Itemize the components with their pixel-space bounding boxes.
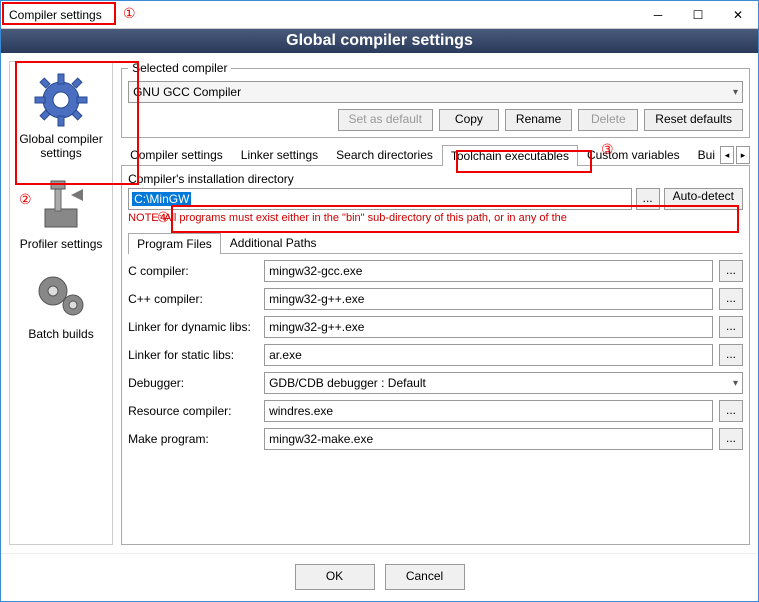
compiler-select[interactable]: GNU GCC Compiler ▾ (128, 81, 743, 103)
program-value: GDB/CDB debugger : Default (269, 376, 426, 390)
sub-tabs: Program Files Additional Paths (128, 232, 743, 254)
install-dir-note: NOTE: All programs must exist either in … (128, 212, 743, 224)
window-title: Compiler settings (9, 8, 638, 22)
browse-button[interactable]: ... (719, 344, 743, 366)
tab-build-partial[interactable]: Bui (689, 144, 718, 165)
rename-button[interactable]: Rename (505, 109, 572, 131)
close-button[interactable]: ✕ (718, 1, 758, 29)
selected-compiler-legend: Selected compiler (128, 61, 231, 75)
selected-compiler-group: Selected compiler GNU GCC Compiler ▾ Set… (121, 61, 750, 138)
program-label: Resource compiler: (128, 404, 258, 418)
install-dir-group: Compiler's installation directory C:\Min… (128, 172, 743, 228)
program-value: mingw32-g++.exe (269, 292, 364, 306)
compiler-select-value: GNU GCC Compiler (133, 85, 241, 99)
program-label: C compiler: (128, 264, 258, 278)
install-dir-legend: Compiler's installation directory (128, 172, 743, 186)
program-row: C compiler: mingw32-gcc.exe... (128, 260, 743, 282)
minimize-button[interactable]: ─ (638, 1, 678, 29)
program-row: Debugger: GDB/CDB debugger : Default ▾ (128, 372, 743, 394)
tab-linker-settings[interactable]: Linker settings (232, 144, 327, 165)
sidebar-item-label: Batch builds (14, 327, 108, 341)
tab-content: Compiler's installation directory C:\Min… (121, 166, 750, 545)
program-value: mingw32-gcc.exe (269, 264, 362, 278)
cancel-button[interactable]: Cancel (385, 564, 465, 590)
program-value: mingw32-g++.exe (269, 320, 364, 334)
program-value: windres.exe (269, 404, 333, 418)
program-combo[interactable]: GDB/CDB debugger : Default ▾ (264, 372, 743, 394)
install-dir-value: C:\MinGW (132, 192, 191, 206)
program-input[interactable]: mingw32-make.exe (264, 428, 713, 450)
banner-title: Global compiler settings (1, 29, 758, 53)
program-row: Resource compiler: windres.exe... (128, 400, 743, 422)
browse-button[interactable]: ... (719, 316, 743, 338)
sidebar: Global compiler settings Profiler settin… (9, 61, 113, 545)
sidebar-item-label: Global compiler settings (14, 132, 108, 161)
browse-button[interactable]: ... (719, 288, 743, 310)
sidebar-item-profiler[interactable]: Profiler settings (12, 171, 110, 255)
program-value: mingw32-make.exe (269, 432, 373, 446)
tab-scroll-right[interactable]: ▸ (736, 146, 750, 164)
delete-button[interactable]: Delete (578, 109, 638, 131)
program-input[interactable]: mingw32-g++.exe (264, 316, 713, 338)
program-input[interactable]: ar.exe (264, 344, 713, 366)
gear-icon (31, 70, 91, 130)
auto-detect-button[interactable]: Auto-detect (664, 188, 743, 210)
program-row: C++ compiler: mingw32-g++.exe... (128, 288, 743, 310)
sidebar-item-global-compiler[interactable]: Global compiler settings (12, 66, 110, 165)
gears-icon (31, 265, 91, 325)
maximize-button[interactable]: ☐ (678, 1, 718, 29)
reset-defaults-button[interactable]: Reset defaults (644, 109, 743, 131)
chevron-down-icon: ▾ (733, 378, 738, 389)
tab-compiler-settings[interactable]: Compiler settings (121, 144, 232, 165)
browse-button[interactable]: ... (719, 428, 743, 450)
program-label: Make program: (128, 432, 258, 446)
profiler-icon (31, 175, 91, 235)
program-input[interactable]: mingw32-g++.exe (264, 288, 713, 310)
program-row: Linker for static libs: ar.exe... (128, 344, 743, 366)
tab-scroll-left[interactable]: ◂ (720, 146, 734, 164)
program-label: C++ compiler: (128, 292, 258, 306)
copy-button[interactable]: Copy (439, 109, 499, 131)
program-label: Linker for static libs: (128, 348, 258, 362)
subtab-program-files[interactable]: Program Files (128, 233, 221, 254)
program-row: Linker for dynamic libs: mingw32-g++.exe.… (128, 316, 743, 338)
tab-custom-variables[interactable]: Custom variables (578, 144, 689, 165)
program-files-form: C compiler:mingw32-gcc.exe...C++ compile… (128, 260, 743, 450)
set-default-button[interactable]: Set as default (338, 109, 433, 131)
sidebar-item-batch[interactable]: Batch builds (12, 261, 110, 345)
tab-search-directories[interactable]: Search directories (327, 144, 442, 165)
chevron-down-icon: ▾ (733, 87, 738, 98)
browse-button[interactable]: ... (719, 400, 743, 422)
tab-toolchain-executables[interactable]: Toolchain executables (442, 145, 578, 166)
ok-button[interactable]: OK (295, 564, 375, 590)
program-label: Linker for dynamic libs: (128, 320, 258, 334)
subtab-additional-paths[interactable]: Additional Paths (221, 232, 326, 253)
program-input[interactable]: mingw32-gcc.exe (264, 260, 713, 282)
program-input[interactable]: windres.exe (264, 400, 713, 422)
install-dir-input[interactable]: C:\MinGW (128, 188, 632, 210)
browse-button[interactable]: ... (719, 260, 743, 282)
program-label: Debugger: (128, 376, 258, 390)
program-value: ar.exe (269, 348, 302, 362)
sidebar-item-label: Profiler settings (14, 237, 108, 251)
main-tabs: Compiler settings Linker settings Search… (121, 144, 750, 166)
browse-button[interactable]: ... (636, 188, 660, 210)
program-row: Make program: mingw32-make.exe... (128, 428, 743, 450)
